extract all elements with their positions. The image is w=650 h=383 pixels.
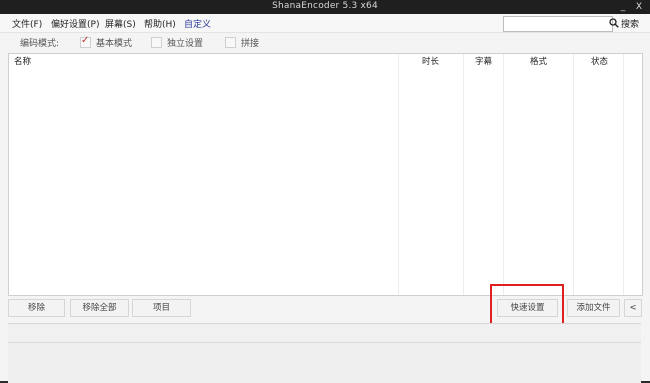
remove-all-button[interactable]: 移除全部 [70, 299, 129, 317]
column-header-subtitle[interactable]: 字幕 [475, 54, 492, 70]
menu-help[interactable]: 帮助(H) [144, 17, 176, 30]
menu-preferences[interactable]: 偏好设置(P) [51, 17, 99, 30]
column-divider [573, 54, 574, 295]
menu-screen[interactable]: 屏幕(S) [105, 17, 136, 30]
search-icon [609, 18, 619, 28]
basic-mode-checkbox[interactable] [80, 35, 91, 48]
minimize-button[interactable]: _ [616, 0, 630, 14]
menu-file[interactable]: 文件(F) [12, 17, 42, 30]
column-divider [398, 54, 399, 295]
column-divider [503, 54, 504, 295]
column-divider [463, 54, 464, 295]
window-title: ShanaEncoder 5.3 x64 [272, 1, 378, 11]
bottom-panel [8, 323, 641, 383]
concat-option[interactable]: 拼接 [225, 36, 259, 49]
column-header-name[interactable]: 名称 [14, 54, 31, 70]
concat-label: 拼接 [241, 39, 260, 49]
basic-mode-option[interactable]: 基本模式 [80, 35, 133, 49]
independent-settings-option[interactable]: 独立设置 [151, 36, 203, 49]
search-input[interactable] [503, 16, 613, 32]
column-header-duration[interactable]: 时长 [422, 54, 439, 70]
basic-mode-label: 基本模式 [96, 39, 133, 49]
add-file-button[interactable]: 添加文件 [567, 299, 620, 317]
remove-button[interactable]: 移除 [8, 299, 65, 317]
menu-custom[interactable]: 自定义 [184, 17, 211, 30]
search-button[interactable]: 搜索 [609, 16, 639, 30]
file-list[interactable]: 名称 时长 字幕 格式 状态 [8, 53, 643, 296]
menu-bar: 文件(F) 偏好设置(P) 屏幕(S) 帮助(H) 自定义 搜索 [0, 14, 650, 33]
title-bar: ShanaEncoder 5.3 x64 _ X [0, 0, 650, 14]
close-button[interactable]: X [632, 0, 646, 14]
bottom-panel-content [8, 342, 641, 383]
column-header-format[interactable]: 格式 [530, 54, 547, 70]
encoding-mode-label: 编码模式: [20, 39, 60, 49]
encoding-mode-row: 编码模式: 基本模式 独立设置 拼接 [0, 33, 650, 51]
app-window: ShanaEncoder 5.3 x64 _ X 文件(F) 偏好设置(P) 屏… [0, 0, 650, 383]
independent-settings-label: 独立设置 [167, 39, 204, 49]
concat-checkbox[interactable] [225, 37, 236, 48]
search-label: 搜索 [621, 19, 640, 30]
independent-settings-checkbox[interactable] [151, 37, 162, 48]
column-header-status[interactable]: 状态 [591, 54, 608, 70]
column-divider [623, 54, 624, 295]
item-button[interactable]: 项目 [132, 299, 191, 317]
collapse-button[interactable]: < [624, 299, 642, 317]
